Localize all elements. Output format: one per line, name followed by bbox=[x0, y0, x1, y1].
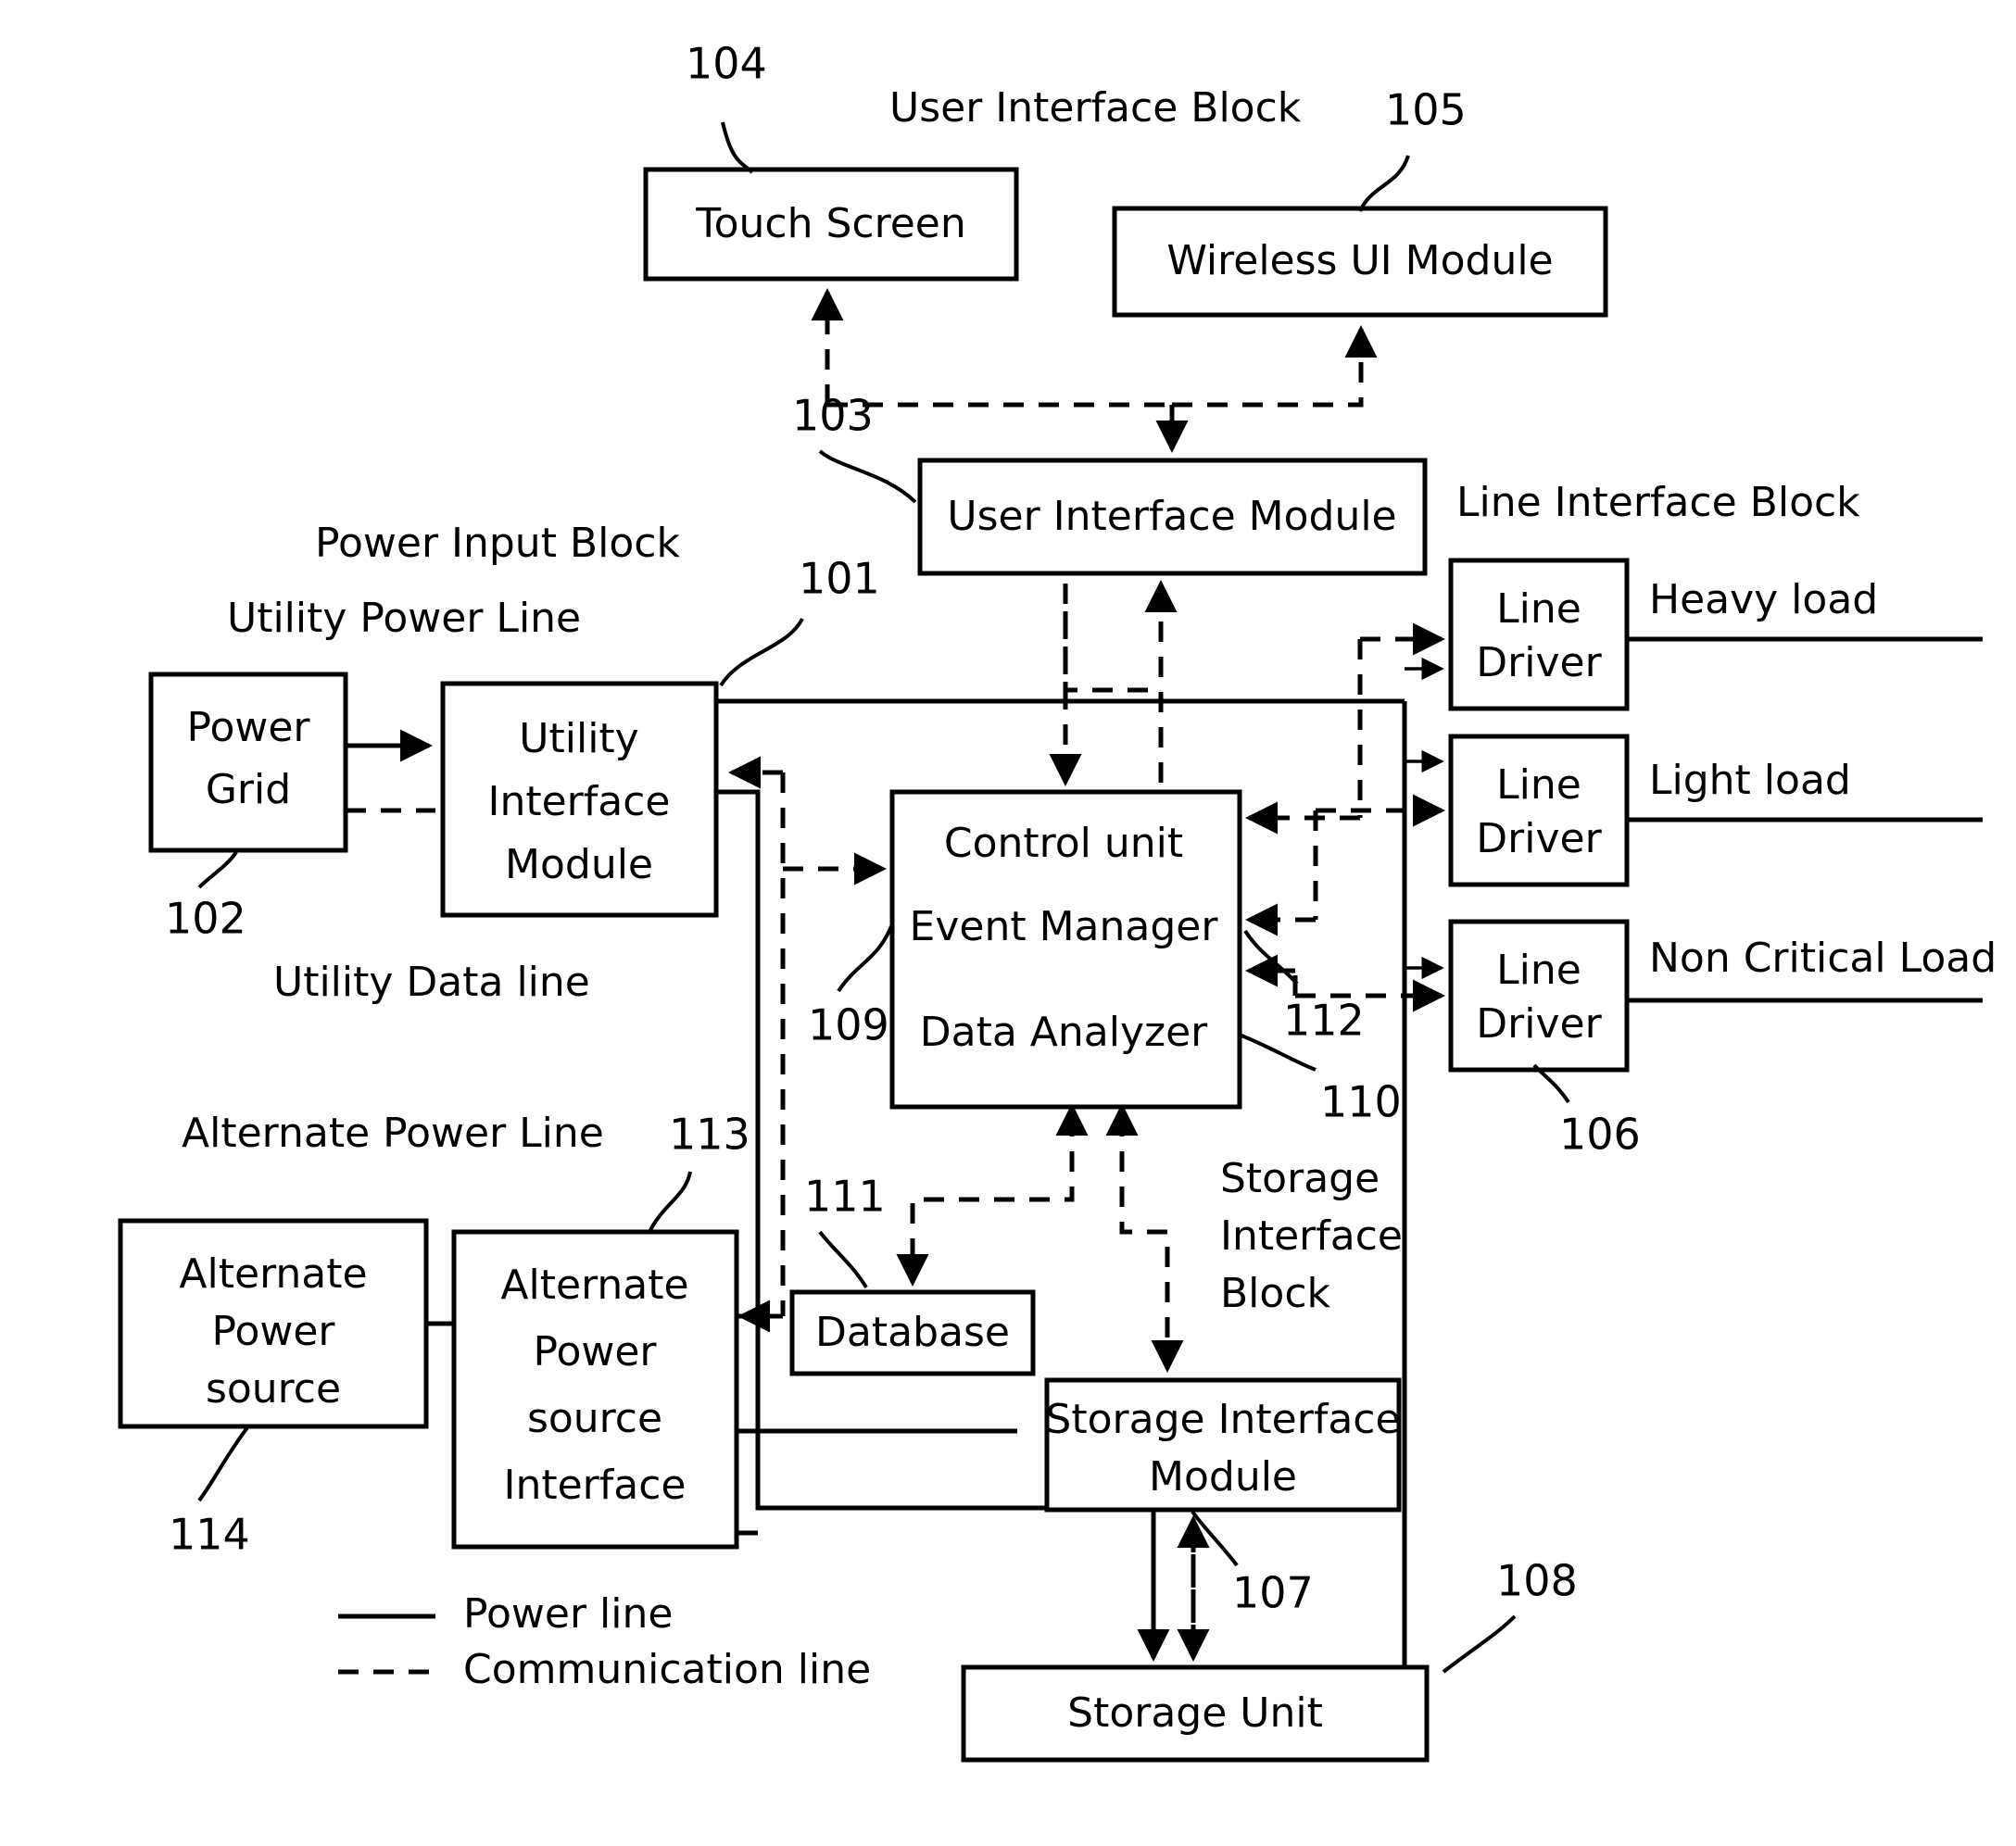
load-label-heavy: Heavy load bbox=[1649, 576, 1878, 623]
section-label-utility-power-line: Utility Power Line bbox=[227, 595, 581, 642]
control-unit-label: Control unit bbox=[944, 820, 1183, 867]
alternate-power-source-line3: source bbox=[206, 1365, 341, 1413]
line-driver-3-line1: Line bbox=[1496, 947, 1581, 994]
power-grid-label-line2: Grid bbox=[206, 766, 291, 813]
section-label-storage-interface-block-l2: Interface bbox=[1220, 1212, 1403, 1260]
ref-number-108: 108 bbox=[1496, 1556, 1578, 1606]
box-control-unit[interactable]: Control unit Event Manager Data Analyzer bbox=[889, 789, 1242, 1110]
box-storage-unit[interactable]: Storage Unit bbox=[961, 1664, 1430, 1763]
legend-communication-line-label: Communication line bbox=[463, 1646, 871, 1693]
alt-interface-line2: Power bbox=[533, 1328, 657, 1375]
box-storage-interface-module[interactable]: Storage Interface Module bbox=[1044, 1377, 1402, 1513]
connector-storage-to-control bbox=[1119, 1107, 1184, 1374]
connector-utility-main-power-bus bbox=[713, 698, 1405, 722]
ref-number-106: 106 bbox=[1559, 1110, 1641, 1160]
alt-interface-line4: Interface bbox=[504, 1462, 687, 1509]
connector-altinterface-tail bbox=[737, 1313, 758, 1536]
ref-number-109: 109 bbox=[808, 1000, 889, 1050]
section-label-alternate-power-line: Alternate Power Line bbox=[182, 1110, 604, 1157]
leader-113 bbox=[647, 1171, 692, 1235]
line-driver-2-line2: Driver bbox=[1476, 815, 1602, 862]
utility-interface-module-line1: Utility bbox=[519, 715, 638, 762]
load-label-non-critical: Non Critical Load bbox=[1649, 935, 1997, 982]
box-user-interface-module[interactable]: User Interface Module bbox=[917, 458, 1428, 576]
ref-number-112: 112 bbox=[1283, 996, 1365, 1046]
box-line-driver-3[interactable]: Line Driver bbox=[1448, 919, 1630, 1073]
line-driver-1-line1: Line bbox=[1496, 585, 1581, 633]
utility-interface-module-line2: Interface bbox=[488, 778, 671, 825]
ref-number-102: 102 bbox=[165, 894, 246, 944]
ref-number-104: 104 bbox=[686, 39, 767, 89]
leader-101 bbox=[719, 618, 804, 687]
line-driver-3-line2: Driver bbox=[1476, 1000, 1602, 1048]
leader-112 bbox=[1243, 929, 1299, 986]
ref-number-105: 105 bbox=[1385, 85, 1467, 135]
ref-number-114: 114 bbox=[169, 1510, 250, 1560]
diagram-canvas: Touch Screen Wireless UI Module User Int… bbox=[0, 0, 2016, 1846]
leader-111 bbox=[818, 1230, 868, 1289]
box-line-driver-2[interactable]: Line Driver bbox=[1448, 734, 1630, 887]
connector-linedriver2-to-control bbox=[1244, 794, 1446, 936]
load-label-light: Light load bbox=[1649, 757, 1851, 804]
leader-104 bbox=[721, 121, 754, 174]
box-database[interactable]: Database bbox=[789, 1289, 1036, 1376]
storage-unit-label: Storage Unit bbox=[1067, 1689, 1323, 1737]
legend-power-line-label: Power line bbox=[463, 1590, 673, 1638]
power-grid-label-line1: Power bbox=[186, 704, 310, 751]
connector-uim-to-wirelessui bbox=[1155, 324, 1378, 454]
leader-105 bbox=[1358, 155, 1410, 212]
database-label: Database bbox=[815, 1309, 1010, 1356]
box-alternate-power-source-interface[interactable]: Alternate Power source Interface bbox=[451, 1229, 739, 1550]
ref-number-103: 103 bbox=[792, 391, 874, 441]
section-label-utility-data-line: Utility Data line bbox=[273, 959, 590, 1006]
event-manager-label: Event Manager bbox=[910, 903, 1219, 950]
leader-114 bbox=[197, 1425, 250, 1502]
section-label-line-interface-block: Line Interface Block bbox=[1456, 479, 1860, 526]
section-label-storage-interface-block-l3: Block bbox=[1220, 1270, 1331, 1317]
section-label-power-input-block: Power Input Block bbox=[315, 520, 680, 567]
ref-number-107: 107 bbox=[1232, 1568, 1314, 1618]
power-bus-to-line-drivers bbox=[1405, 657, 1444, 980]
leader-108 bbox=[1442, 1614, 1517, 1674]
leader-102 bbox=[197, 850, 238, 889]
line-driver-2-line1: Line bbox=[1496, 761, 1581, 809]
box-line-driver-1[interactable]: Line Driver bbox=[1448, 558, 1630, 711]
block-diagram: Touch Screen Wireless UI Module User Int… bbox=[118, 39, 1997, 1763]
alt-interface-line3: source bbox=[527, 1395, 662, 1442]
section-label-storage-interface-block-l1: Storage bbox=[1220, 1155, 1380, 1202]
connector-control-to-database bbox=[896, 1116, 1075, 1287]
ref-number-110: 110 bbox=[1320, 1077, 1402, 1127]
ref-number-101: 101 bbox=[799, 554, 880, 604]
box-wireless-ui-module[interactable]: Wireless UI Module bbox=[1112, 206, 1608, 318]
line-driver-1-line2: Driver bbox=[1476, 639, 1602, 686]
section-label-user-interface-block: User Interface Block bbox=[889, 84, 1302, 132]
user-interface-module-label: User Interface Module bbox=[947, 493, 1396, 540]
alternate-power-source-line1: Alternate bbox=[179, 1250, 367, 1298]
connector-control-to-uim-comm bbox=[1063, 584, 1164, 783]
leader-103 bbox=[818, 449, 917, 504]
box-touch-screen[interactable]: Touch Screen bbox=[643, 167, 1019, 282]
connector-linedriver3-to-control bbox=[1244, 954, 1446, 1012]
box-alternate-power-source[interactable]: Alternate Power source bbox=[118, 1218, 429, 1429]
box-power-grid[interactable]: Power Grid bbox=[148, 672, 348, 853]
wireless-ui-module-label: Wireless UI Module bbox=[1166, 237, 1553, 284]
alt-interface-line1: Alternate bbox=[500, 1262, 688, 1309]
leader-107 bbox=[1191, 1510, 1239, 1567]
legend: Power line Communication line bbox=[338, 1590, 871, 1693]
storage-interface-module-line1: Storage Interface bbox=[1045, 1396, 1400, 1443]
touch-screen-label: Touch Screen bbox=[695, 200, 966, 247]
alternate-power-source-line2: Power bbox=[211, 1308, 335, 1355]
leader-109 bbox=[837, 925, 893, 993]
ref-number-111: 111 bbox=[804, 1172, 886, 1222]
storage-interface-module-line2: Module bbox=[1149, 1453, 1297, 1501]
ref-number-113: 113 bbox=[669, 1110, 750, 1160]
connector-linedriver1-to-control bbox=[1244, 622, 1446, 835]
data-analyzer-label: Data Analyzer bbox=[920, 1009, 1208, 1056]
box-utility-interface-module[interactable]: Utility Interface Module bbox=[440, 681, 719, 918]
utility-interface-module-line3: Module bbox=[505, 841, 653, 888]
